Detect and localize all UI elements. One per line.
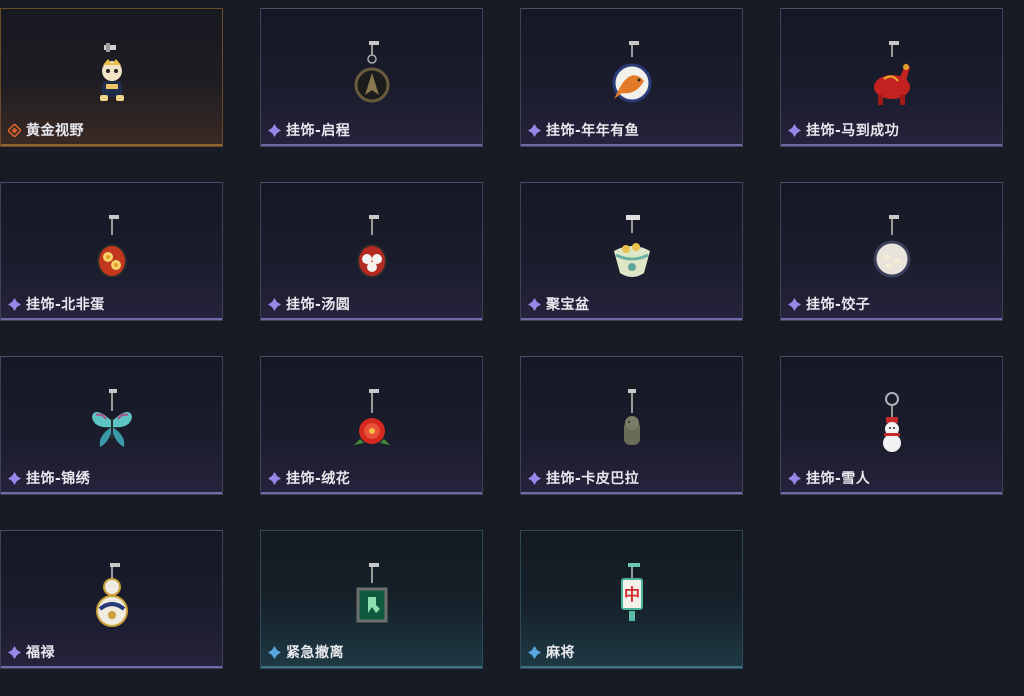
- departure-charm-icon: [354, 41, 389, 103]
- charm-name: 黄金视野: [26, 123, 84, 139]
- charm-card[interactable]: 挂饰-卡皮巴拉: [520, 356, 743, 495]
- charm-name: 挂饰-汤圆: [286, 297, 351, 313]
- blue-rarity-icon: [268, 645, 281, 659]
- charm-name: 紧急撤离: [286, 645, 344, 661]
- charm-card[interactable]: 挂饰-北非蛋: [0, 182, 223, 321]
- mahjong-tile-char: 中: [623, 585, 639, 604]
- charm-name: 挂饰-卡皮巴拉: [546, 471, 640, 487]
- charm-name: 挂饰-绒花: [286, 471, 351, 487]
- horse-charm-icon: [873, 41, 910, 105]
- butterfly-charm-icon: [91, 389, 132, 447]
- charm-card[interactable]: 挂饰-汤圆: [260, 182, 483, 321]
- purple-rarity-icon: [268, 123, 281, 137]
- shakshuka-charm-icon: [96, 215, 127, 278]
- charm-card[interactable]: 挂饰-雪人: [780, 356, 1003, 495]
- dumpling-charm-icon: [873, 215, 910, 278]
- purple-rarity-icon: [8, 297, 21, 311]
- purple-rarity-icon: [8, 471, 21, 485]
- charm-grid: 黄金视野 挂饰-启程 挂饰-年年有鱼 挂饰-马到成功 挂饰-北非蛋 挂饰-汤圆 …: [0, 8, 1024, 669]
- gourd-charm-icon: [95, 563, 128, 627]
- charm-card[interactable]: 挂饰-启程: [260, 8, 483, 147]
- charm-name: 福禄: [26, 645, 55, 661]
- fish-charm-icon: [612, 41, 651, 103]
- charm-name: 挂饰-饺子: [806, 297, 871, 313]
- charm-card[interactable]: 挂饰-饺子: [780, 182, 1003, 321]
- charm-name: 挂饰-北非蛋: [26, 297, 105, 313]
- charm-name: 挂饰-启程: [286, 123, 351, 139]
- purple-rarity-icon: [528, 471, 541, 485]
- charm-inventory-screen: 黄金视野 挂饰-启程 挂饰-年年有鱼 挂饰-马到成功 挂饰-北非蛋 挂饰-汤圆 …: [0, 0, 1024, 696]
- snowman-charm-icon: [882, 392, 901, 452]
- purple-rarity-icon: [528, 123, 541, 137]
- velvet-flower-charm-icon: [353, 389, 390, 445]
- blue-rarity-icon: [528, 645, 541, 659]
- charm-card[interactable]: 中 麻将: [520, 530, 743, 669]
- treasure-bowl-charm-icon: [613, 215, 650, 277]
- charm-card[interactable]: 挂饰-锦绣: [0, 356, 223, 495]
- gold-rarity-icon: [8, 123, 21, 137]
- charm-name: 麻将: [546, 645, 575, 661]
- charm-name: 挂饰-年年有鱼: [546, 123, 640, 139]
- mahjong-charm-icon: 中: [620, 563, 643, 621]
- charm-card[interactable]: 福禄: [0, 530, 223, 669]
- charm-name: 聚宝盆: [546, 297, 590, 313]
- emergency-exit-charm-icon: [356, 563, 387, 623]
- charm-name: 挂饰-马到成功: [806, 123, 900, 139]
- purple-rarity-icon: [788, 123, 801, 137]
- charm-card[interactable]: 紧急撤离: [260, 530, 483, 669]
- capybara-charm-icon: [623, 389, 640, 445]
- purple-rarity-icon: [788, 471, 801, 485]
- charm-card[interactable]: 挂饰-年年有鱼: [520, 8, 743, 147]
- purple-rarity-icon: [788, 297, 801, 311]
- charm-card[interactable]: 挂饰-绒花: [260, 356, 483, 495]
- purple-rarity-icon: [268, 297, 281, 311]
- charm-card[interactable]: 黄金视野: [0, 8, 223, 147]
- tangyuan-charm-icon: [356, 215, 387, 278]
- charm-card[interactable]: 挂饰-马到成功: [780, 8, 1003, 147]
- golden-vision-charm-icon: [99, 43, 124, 101]
- purple-rarity-icon: [8, 645, 21, 659]
- charm-name: 挂饰-锦绣: [26, 471, 91, 487]
- charm-card[interactable]: 聚宝盆: [520, 182, 743, 321]
- charm-name: 挂饰-雪人: [806, 471, 871, 487]
- purple-rarity-icon: [528, 297, 541, 311]
- purple-rarity-icon: [268, 471, 281, 485]
